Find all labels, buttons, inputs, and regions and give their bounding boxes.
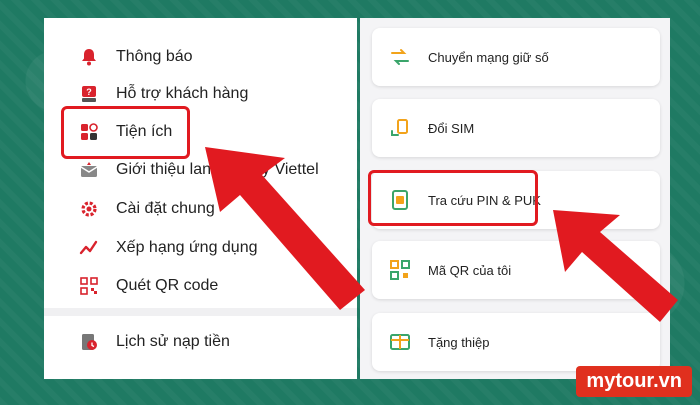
menu-item-settings[interactable]: Cài đặt chung	[44, 191, 357, 227]
svg-text:?: ?	[86, 87, 92, 97]
sim-card-icon	[392, 190, 408, 210]
menu-item-label: Giới thiệu lan	[116, 161, 211, 178]
card-label: Mã QR của tôi	[428, 262, 512, 278]
menu-item-label: Thông báo	[116, 48, 193, 65]
invite-envelope-icon	[80, 162, 98, 177]
card-keep-number-switch[interactable]: Chuyển mạng giữ số	[372, 28, 660, 86]
menu-item-invite[interactable]: Giới thiệu lan y Viettel	[44, 152, 357, 188]
menu-item-utilities[interactable]: Tiện ích	[44, 114, 357, 150]
side-menu-panel: Thông báo ? Hỗ trợ khách hàng Tiện ích G…	[44, 18, 357, 379]
utilities-panel: Chuyển mạng giữ số Đổi SIM Tra cứu PIN &…	[360, 18, 670, 379]
card-gift-card[interactable]: Tặng thiệp	[372, 313, 660, 371]
menu-item-notifications[interactable]: Thông báo	[44, 39, 357, 75]
gear-icon	[81, 201, 97, 217]
card-label: Chuyển mạng giữ số	[428, 49, 549, 65]
menu-item-label: Cài đặt chung	[116, 200, 215, 217]
menu-item-topup-history[interactable]: Lịch sử nạp tiền	[44, 324, 357, 360]
rating-arrow-icon	[79, 240, 98, 255]
menu-item-rate-app[interactable]: Xếp hạng ứng dụng	[44, 230, 357, 266]
qr-code-icon	[80, 277, 98, 295]
swap-arrows-icon	[391, 49, 409, 65]
card-pin-puk-lookup[interactable]: Tra cứu PIN & PUK	[372, 171, 660, 229]
menu-item-label: Tiện ích	[116, 123, 173, 140]
card-label: Tra cứu PIN & PUK	[428, 192, 541, 208]
card-label: Tặng thiệp	[428, 334, 490, 350]
card-my-qr[interactable]: Mã QR của tôi	[372, 241, 660, 299]
menu-item-label: Xếp hạng ứng dụng	[116, 239, 258, 256]
bell-icon	[82, 49, 96, 66]
card-change-sim[interactable]: Đổi SIM	[372, 99, 660, 157]
menu-item-scan-qr[interactable]: Quét QR code	[44, 268, 357, 304]
menu-divider	[44, 308, 357, 316]
qr-code-icon	[390, 260, 410, 280]
history-document-icon	[82, 334, 97, 350]
help-chat-icon: ?	[82, 86, 96, 102]
sim-swap-icon	[391, 119, 408, 136]
menu-item-label-tail: y Viettel	[262, 161, 319, 178]
utilities-grid-icon	[81, 123, 98, 140]
gift-card-icon	[390, 334, 410, 350]
menu-item-customer-support[interactable]: ? Hỗ trợ khách hàng	[44, 76, 357, 112]
menu-item-label: Lịch sử nạp tiền	[116, 333, 230, 350]
menu-item-label: Hỗ trợ khách hàng	[116, 85, 249, 102]
card-label: Đổi SIM	[428, 120, 475, 136]
menu-item-label: Quét QR code	[116, 277, 219, 294]
watermark-logo: mytour.vn	[576, 366, 692, 397]
